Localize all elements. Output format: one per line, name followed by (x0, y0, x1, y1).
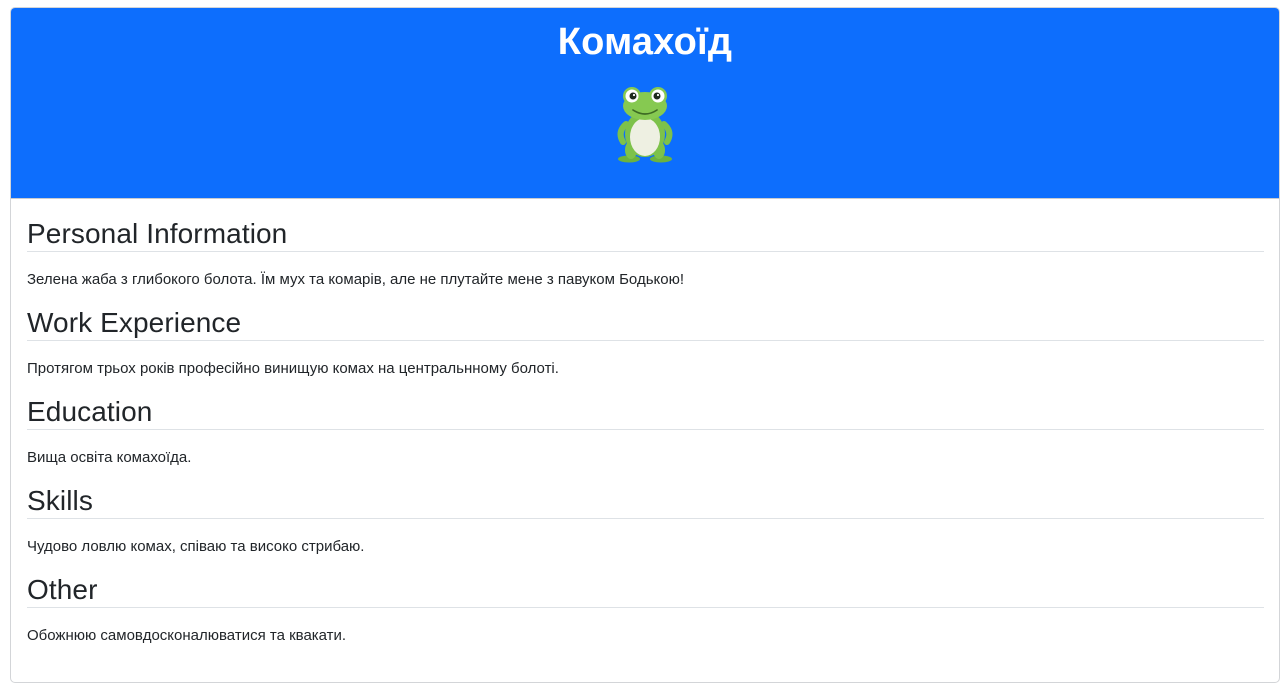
section-other: Other Обожнюю самовдосконалюватися та кв… (27, 573, 1264, 645)
section-personal-information: Personal Information Зелена жаба з глибо… (27, 217, 1264, 289)
section-heading: Work Experience (27, 306, 1264, 341)
card-body: Personal Information Зелена жаба з глибо… (11, 199, 1279, 645)
section-text: Чудово ловлю комах, співаю та високо стр… (27, 538, 365, 555)
section-heading: Education (27, 395, 1264, 430)
section-heading: Other (27, 573, 1264, 608)
frog-icon (617, 87, 673, 163)
card-header: Комахоїд (11, 8, 1279, 199)
section-skills: Skills Чудово ловлю комах, співаю та вис… (27, 484, 1264, 556)
section-heading: Personal Information (27, 217, 1264, 252)
section-text: Обожнюю самовдосконалюватися та квакати. (27, 627, 347, 644)
resume-card: Комахоїд Personal Information Зелена жаб… (10, 7, 1280, 683)
section-text: Зелена жаба з глибокого болота. Їм мух т… (27, 271, 685, 288)
section-heading: Skills (27, 484, 1264, 519)
section-text: Вища освіта комахоїда. (27, 449, 192, 466)
section-education: Education Вища освіта комахоїда. (27, 395, 1264, 467)
section-work-experience: Work Experience Протягом трьох років про… (27, 306, 1264, 378)
section-text: Протягом трьох років професійно винищую … (27, 360, 559, 377)
page-title: Комахоїд (557, 21, 733, 63)
